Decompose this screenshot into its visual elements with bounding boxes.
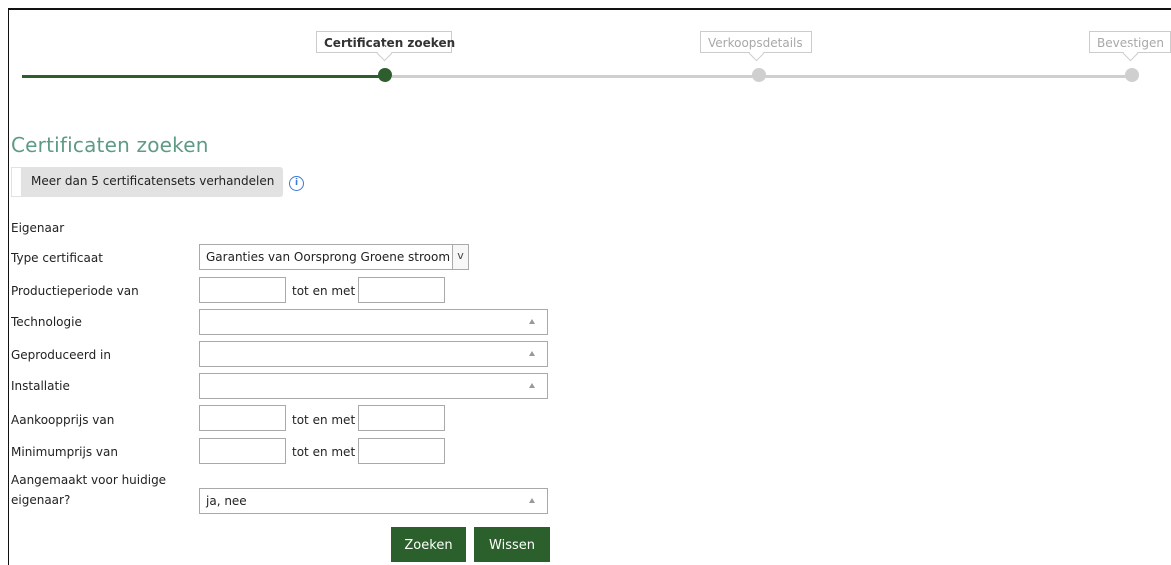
purchase-price-label: Aankoopprijs van <box>11 413 115 427</box>
technology-label: Technologie <box>11 315 82 329</box>
step-label-text: Certificaten zoeken <box>324 36 456 50</box>
produced-in-select[interactable] <box>199 341 548 367</box>
purchase-price-to-label: tot en met <box>292 413 356 427</box>
purchase-price-to-input[interactable] <box>358 405 445 431</box>
type-certificate-select[interactable]: Garanties van Oorsprong Groene stroom v <box>199 244 469 270</box>
minimum-price-to-label: tot en met <box>292 445 356 459</box>
more-than-5-sets-toggle[interactable]: Meer dan 5 certificatensets verhandelen <box>11 167 283 197</box>
production-period-to-label: tot en met <box>292 284 356 298</box>
created-for-owner-label-line1: Aangemaakt voor huidige <box>11 473 167 487</box>
stepper-track-pending-2 <box>765 75 1127 78</box>
page-title: Certificaten zoeken <box>11 133 209 157</box>
technology-select[interactable] <box>199 309 548 335</box>
select-arrow-icon <box>529 319 535 324</box>
minimum-price-label: Minimumprijs van <box>11 445 118 459</box>
step-dot-certificaten-zoeken <box>378 68 392 82</box>
production-period-from-input[interactable] <box>199 277 286 303</box>
clear-button[interactable]: Wissen <box>474 527 550 562</box>
type-certificate-value: Garanties van Oorsprong Groene stroom <box>206 250 451 264</box>
info-icon[interactable]: i <box>289 176 304 191</box>
created-for-owner-label-line2: eigenaar? <box>11 493 71 507</box>
production-period-to-input[interactable] <box>358 277 445 303</box>
stepper-track-completed <box>22 75 385 78</box>
select-arrow-icon <box>529 498 535 503</box>
step-label-verkoopsdetails[interactable]: Verkoopsdetails <box>700 31 812 62</box>
info-glyph: i <box>294 178 299 188</box>
select-arrow-icon <box>529 383 535 388</box>
owner-label: Eigenaar <box>11 221 65 235</box>
step-dot-bevestigen <box>1125 68 1139 82</box>
step-label-certificaten-zoeken[interactable]: Certificaten zoeken <box>316 31 456 62</box>
stepper-track-pending-1 <box>392 75 760 78</box>
installation-label: Installatie <box>11 379 70 393</box>
chevron-glyph: v <box>457 249 464 262</box>
page-frame <box>8 8 1171 565</box>
type-certificate-label: Type certificaat <box>11 251 103 265</box>
step-label-bevestigen[interactable]: Bevestigen <box>1089 31 1171 62</box>
minimum-price-from-input[interactable] <box>199 438 286 464</box>
production-period-label: Productieperiode van <box>11 284 139 298</box>
created-for-owner-value: ja, nee <box>206 494 247 508</box>
chevron-down-icon[interactable]: v <box>452 244 469 270</box>
toggle-knob[interactable] <box>11 167 22 197</box>
purchase-price-from-input[interactable] <box>199 405 286 431</box>
toggle-label: Meer dan 5 certificatensets verhandelen <box>31 174 275 188</box>
minimum-price-to-input[interactable] <box>358 438 445 464</box>
select-arrow-icon <box>529 351 535 356</box>
step-dot-verkoopsdetails <box>752 68 766 82</box>
produced-in-label: Geproduceerd in <box>11 348 111 362</box>
installation-select[interactable] <box>199 373 548 399</box>
created-for-owner-select[interactable]: ja, nee <box>199 488 548 514</box>
search-button[interactable]: Zoeken <box>391 527 466 562</box>
